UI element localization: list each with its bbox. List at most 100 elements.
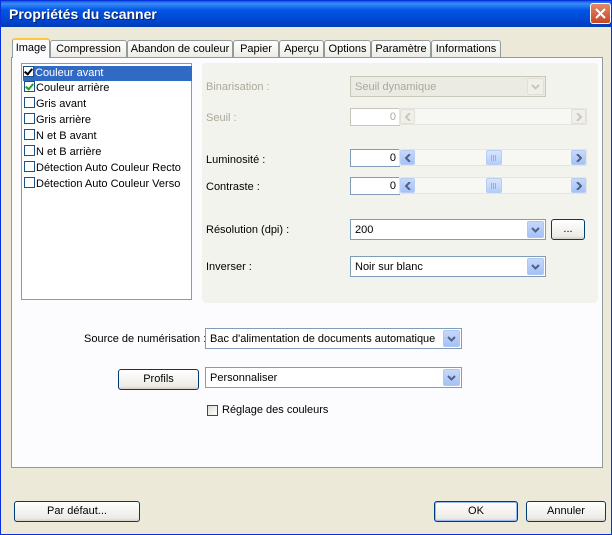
checkbox-icon[interactable] (24, 97, 35, 108)
profils-select[interactable]: Personnaliser (205, 367, 462, 388)
scanner-properties-window: Propriétés du scanner Image Compression … (0, 0, 612, 535)
default-button[interactable]: Par défaut... (14, 501, 140, 522)
scroll-left-button[interactable] (400, 150, 415, 165)
binarisation-label: Binarisation : (206, 81, 270, 93)
arrow-left-icon (405, 182, 411, 190)
resolution-value: 200 (355, 224, 374, 236)
close-button[interactable] (590, 3, 611, 24)
arrow-right-icon (576, 154, 582, 162)
tab-options[interactable]: Options (324, 40, 371, 57)
resolution-label: Résolution (dpi) : (206, 224, 290, 236)
tab-papier[interactable]: Papier (233, 40, 279, 57)
list-item-label: Couleur arrière (36, 82, 110, 94)
list-item-label: Gris arrière (36, 114, 92, 126)
scroll-right-button (571, 109, 586, 124)
checkbox-icon[interactable] (24, 161, 35, 172)
list-item-label: Gris avant (36, 98, 87, 110)
ok-button[interactable]: OK (434, 501, 518, 522)
tab-apercu[interactable]: Aperçu (279, 40, 324, 57)
source-select[interactable]: Bac d'alimentation de documents automati… (205, 328, 462, 349)
contraste-value-box[interactable]: 0 (350, 177, 400, 195)
arrow-left-icon (405, 113, 411, 121)
slider-thumb[interactable] (486, 150, 502, 165)
checkbox-icon[interactable] (24, 177, 35, 188)
source-label: Source de numérisation : (84, 333, 207, 345)
checkbox-icon[interactable] (24, 113, 35, 124)
chevron-down-icon (447, 375, 456, 381)
tab-label: Options (328, 43, 367, 55)
list-item[interactable]: Gris avant (24, 97, 90, 112)
ok-label: OK (468, 505, 484, 517)
profils-value: Personnaliser (210, 372, 278, 384)
tab-label: Abandon de couleur (130, 43, 230, 55)
tab-image[interactable]: Image (12, 38, 50, 58)
seuil-value-box: 0 (350, 108, 400, 126)
color-adjust-checkbox[interactable] (207, 405, 218, 416)
chevron-down-icon (531, 264, 540, 270)
window-title: Propriétés du scanner (9, 6, 157, 22)
scroll-left-button[interactable] (400, 178, 415, 193)
inverser-label: Inverser : (206, 261, 252, 273)
checkbox-icon[interactable] (24, 129, 35, 140)
contraste-value: 0 (389, 180, 396, 192)
checkbox-icon[interactable] (24, 81, 35, 92)
resolution-more-button[interactable]: ... (551, 219, 585, 240)
dropdown-button[interactable] (443, 369, 460, 386)
list-item[interactable]: N et B avant (24, 129, 101, 144)
profils-button[interactable]: Profils (118, 369, 199, 390)
inverser-select[interactable]: Noir sur blanc (350, 256, 546, 277)
cancel-button[interactable]: Annuler (526, 501, 606, 522)
seuil-label: Seuil : (206, 112, 237, 124)
list-item-label: Couleur avant (35, 67, 104, 79)
list-item[interactable]: Gris arrière (24, 113, 95, 128)
luminosite-value: 0 (389, 152, 396, 164)
profils-label: Profils (143, 373, 174, 385)
close-icon (595, 8, 606, 19)
slider-thumb[interactable] (486, 178, 502, 193)
more-label: ... (563, 223, 573, 235)
tab-abandon-couleur[interactable]: Abandon de couleur (127, 40, 233, 57)
scroll-right-button[interactable] (571, 150, 586, 165)
tab-label: Compression (56, 43, 121, 55)
binarisation-value: Seuil dynamique (355, 81, 437, 93)
arrow-right-icon (576, 182, 582, 190)
dropdown-button[interactable] (527, 221, 544, 238)
tab-label: Aperçu (284, 43, 319, 55)
chevron-down-icon (531, 227, 540, 233)
dropdown-button[interactable] (527, 78, 544, 95)
dropdown-button[interactable] (527, 258, 544, 275)
dropdown-button[interactable] (443, 330, 460, 347)
luminosite-label: Luminosité : (206, 154, 266, 166)
arrow-right-icon (576, 113, 582, 121)
list-item-label: N et B arrière (36, 146, 102, 158)
checkbox-icon[interactable] (23, 66, 34, 77)
tab-label: Informations (435, 43, 497, 55)
tab-label: Papier (240, 43, 272, 55)
list-item[interactable]: Détection Auto Couleur Verso (24, 177, 184, 192)
image-type-list[interactable]: Couleur avant Couleur arrière Gris avant… (21, 63, 192, 300)
luminosite-slider[interactable] (399, 149, 587, 166)
contraste-slider[interactable] (399, 177, 587, 194)
tab-label: Paramètre (375, 43, 427, 55)
source-value: Bac d'alimentation de documents automati… (210, 333, 436, 345)
list-item[interactable]: Détection Auto Couleur Recto (24, 161, 185, 176)
tab-informations[interactable]: Informations (431, 40, 501, 57)
default-label: Par défaut... (47, 505, 107, 517)
list-item-label: Détection Auto Couleur Verso (36, 178, 181, 190)
contraste-label: Contraste : (206, 181, 260, 193)
list-item-label: N et B avant (36, 130, 97, 142)
list-item[interactable]: Couleur arrière (24, 81, 113, 96)
title-bar[interactable]: Propriétés du scanner (1, 1, 611, 27)
scroll-right-button[interactable] (571, 178, 586, 193)
binarisation-select[interactable]: Seuil dynamique (350, 76, 546, 97)
tab-compression[interactable]: Compression (50, 40, 127, 57)
list-item[interactable]: Couleur avant (23, 66, 192, 81)
color-adjust-label: Réglage des couleurs (222, 404, 329, 416)
list-item[interactable]: N et B arrière (24, 145, 105, 160)
checkbox-icon[interactable] (24, 145, 35, 156)
scroll-left-button (400, 109, 415, 124)
resolution-select[interactable]: 200 (350, 219, 546, 240)
chevron-down-icon (531, 84, 540, 90)
luminosite-value-box[interactable]: 0 (350, 149, 400, 167)
tab-parametre[interactable]: Paramètre (371, 40, 431, 57)
